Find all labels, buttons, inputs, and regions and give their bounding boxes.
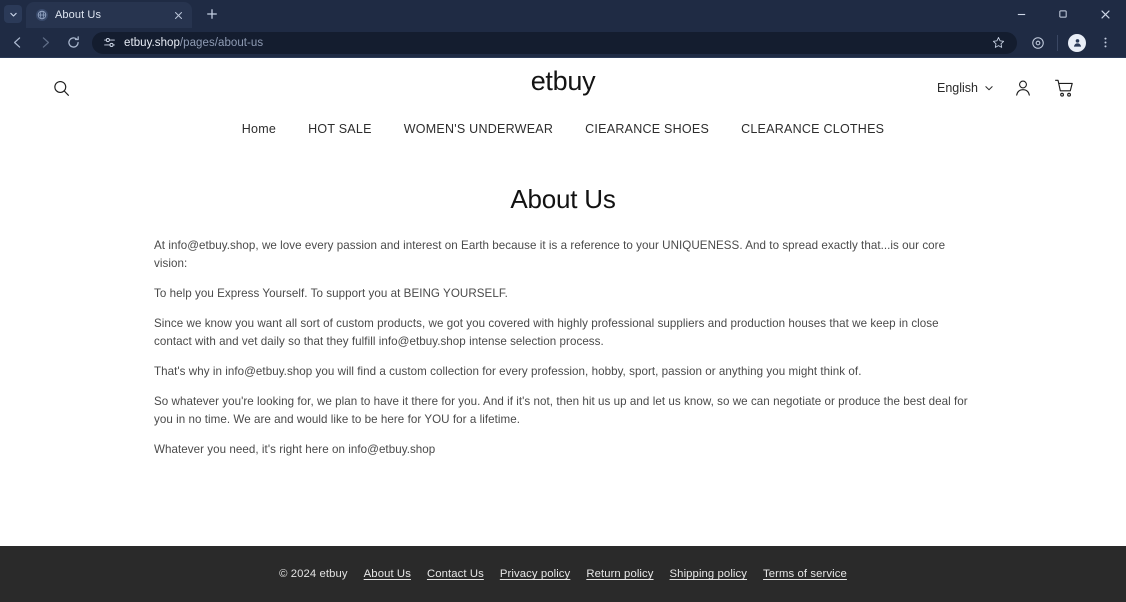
footer-link-return-policy[interactable]: Return policy	[586, 568, 653, 580]
cart-icon[interactable]	[1052, 76, 1076, 100]
browser-toolbar: etbuy.shop/pages/about-us	[0, 28, 1126, 58]
footer-link-about-us[interactable]: About Us	[364, 568, 411, 580]
header-right: English	[937, 76, 1102, 100]
reload-button[interactable]	[60, 30, 86, 56]
page-content: At info@etbuy.shop, we love every passio…	[0, 215, 1126, 471]
url-text: etbuy.shop/pages/about-us	[124, 37, 263, 49]
minimize-button[interactable]	[1000, 0, 1042, 28]
window-controls	[1000, 0, 1126, 28]
back-button[interactable]	[4, 30, 30, 56]
page-viewport: etbuy English Home HOT SALE WOMEN'S UNDE…	[0, 58, 1126, 602]
page-title: About Us	[510, 184, 616, 214]
nav-item-womens-underwear[interactable]: WOMEN'S UNDERWEAR	[404, 122, 553, 136]
footer-link-terms-of-service[interactable]: Terms of service	[763, 568, 847, 580]
tune-icon[interactable]	[102, 36, 116, 50]
maximize-button[interactable]	[1042, 0, 1084, 28]
footer-links-row: © 2024 etbuy About Us Contact Us Privacy…	[279, 568, 847, 580]
header-left	[24, 75, 74, 101]
about-paragraph: Whatever you need, it's right here on in…	[154, 442, 436, 456]
avatar[interactable]	[1068, 33, 1086, 52]
nav-item-hot-sale[interactable]: HOT SALE	[308, 122, 372, 136]
footer-link-shipping-policy[interactable]: Shipping policy	[670, 568, 748, 580]
tab-strip: About Us	[0, 0, 1126, 28]
close-icon[interactable]	[171, 8, 186, 23]
browser-window: About Us etbuy.shop/pages/about-us etbuy…	[0, 0, 1126, 602]
url-path: /pages/about-us	[179, 36, 264, 49]
about-paragraph: So whatever you're looking for, we plan …	[154, 394, 968, 426]
tab-search-button[interactable]	[0, 0, 26, 28]
forward-button[interactable]	[32, 30, 58, 56]
account-icon[interactable]	[1011, 76, 1035, 100]
about-paragraph: Since we know you want all sort of custo…	[154, 316, 939, 348]
address-bar[interactable]: etbuy.shop/pages/about-us	[92, 30, 1017, 56]
about-paragraph: To help you Express Yourself. To support…	[154, 286, 508, 300]
about-paragraph: That's why in info@etbuy.shop you will f…	[154, 364, 862, 378]
star-icon[interactable]	[989, 30, 1007, 56]
url-host: etbuy.shop	[124, 36, 180, 49]
footer-link-contact-us[interactable]: Contact Us	[427, 568, 484, 580]
tab-title: About Us	[55, 9, 102, 21]
copyright-text: © 2024 etbuy	[279, 568, 348, 580]
site-header: etbuy English	[0, 58, 1126, 104]
kebab-menu-icon[interactable]	[1092, 30, 1118, 56]
close-window-button[interactable]	[1084, 0, 1126, 28]
site-footer: © 2024 etbuy About Us Contact Us Privacy…	[0, 546, 1126, 602]
language-label: English	[937, 81, 978, 95]
extensions-icon[interactable]	[1025, 30, 1051, 56]
chevron-down-icon	[984, 83, 994, 93]
chevron-down-icon	[4, 5, 22, 23]
language-selector[interactable]: English	[937, 81, 994, 95]
search-icon[interactable]	[48, 75, 74, 101]
footer-link-privacy-policy[interactable]: Privacy policy	[500, 568, 570, 580]
profile-icon[interactable]	[1064, 30, 1090, 56]
about-paragraph: At info@etbuy.shop, we love every passio…	[154, 239, 946, 270]
globe-icon	[36, 9, 48, 21]
main-navigation: Home HOT SALE WOMEN'S UNDERWEAR CIEARANC…	[0, 104, 1126, 140]
nav-item-clearance-clothes[interactable]: CLEARANCE CLOTHES	[741, 122, 884, 136]
new-tab-button[interactable]	[199, 1, 225, 27]
browser-tab[interactable]: About Us	[26, 2, 192, 28]
nav-item-home[interactable]: Home	[242, 122, 276, 136]
nav-item-clearance-shoes[interactable]: CIEARANCE SHOES	[585, 122, 709, 136]
toolbar-divider	[1057, 34, 1058, 51]
